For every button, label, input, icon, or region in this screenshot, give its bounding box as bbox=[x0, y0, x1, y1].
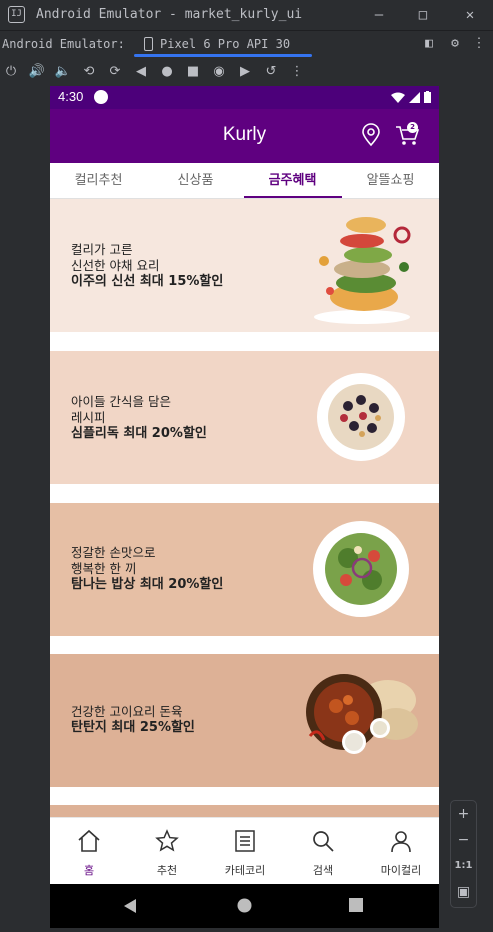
zoom-out-button[interactable]: − bbox=[451, 827, 476, 853]
more-icon[interactable]: ⋮ bbox=[288, 63, 306, 81]
volume-up-icon[interactable]: 🔊 bbox=[28, 63, 46, 81]
home-button-icon[interactable]: ● bbox=[158, 63, 176, 81]
banner-headline: 심플리독 최대 20%할인 bbox=[71, 426, 207, 441]
system-navigation-bar bbox=[50, 884, 439, 928]
banner-line: 정갈한 손맛으로 bbox=[71, 545, 156, 560]
status-icons bbox=[391, 91, 431, 103]
tab-new[interactable]: 신상품 bbox=[147, 163, 244, 199]
star-icon bbox=[155, 829, 179, 852]
power-icon[interactable]: ⏻ bbox=[2, 63, 20, 81]
nav-label: 마이컬리 bbox=[380, 864, 422, 877]
banner-text: 정갈한 손맛으로 행복한 한 끼 탐나는 밥상 최대 20%할인 bbox=[71, 545, 223, 593]
emulator-toolbar: ⏻ 🔊 🔈 ⟲ ⟳ ◀ ● ■ ◉ ▶ ↺ ⋮ bbox=[0, 58, 493, 86]
banner-card[interactable] bbox=[50, 805, 439, 817]
close-button[interactable]: ✕ bbox=[459, 4, 481, 26]
device-tab[interactable]: Pixel 6 Pro API 30 bbox=[134, 31, 312, 59]
tool-window-label: Android Emulator: bbox=[2, 37, 125, 51]
notification-icon bbox=[94, 90, 108, 104]
fit-screen-icon[interactable]: ▣ bbox=[451, 879, 476, 905]
nav-item-category[interactable]: 카테코리 bbox=[206, 818, 284, 885]
phone-screen: 4:30 Kurly 2 컬리추천 신상품 금주혜택 알뜰쇼핑 컬리가 고른 신… bbox=[50, 86, 439, 928]
tab-weekly-benefit[interactable]: 금주혜택 bbox=[244, 163, 341, 199]
banner-list: 컬리가 고른 신선한 야채 요리 이주의 신선 최대 15%할인 아이들 간식을… bbox=[50, 199, 439, 817]
nav-item-recommend[interactable]: 추천 bbox=[128, 818, 206, 885]
banner-text: 건강한 고이요리 돈육 탄탄지 최대 25%할인 bbox=[71, 704, 195, 736]
cart-badge: 2 bbox=[407, 122, 418, 133]
signal-icon bbox=[409, 91, 420, 103]
bottom-navigation: 홈 추천 카테코리 검색 마이컬리 bbox=[50, 817, 439, 884]
location-pin-icon[interactable] bbox=[360, 123, 382, 147]
tab-bargain[interactable]: 알뜰쇼핑 bbox=[342, 163, 439, 199]
active-tab-indicator bbox=[244, 196, 342, 198]
banner-headline: 이주의 신선 최대 15%할인 bbox=[71, 274, 224, 289]
phone-icon bbox=[144, 37, 153, 51]
overview-icon[interactable]: ■ bbox=[184, 63, 202, 81]
banner-line: 행복한 한 끼 bbox=[71, 561, 137, 576]
app-bar: Kurly 2 bbox=[50, 109, 439, 163]
system-back-icon[interactable] bbox=[122, 898, 138, 914]
battery-icon bbox=[424, 91, 431, 103]
nav-item-home[interactable]: 홈 bbox=[50, 818, 128, 885]
nav-label: 카테코리 bbox=[224, 864, 266, 877]
berry-bowl-image bbox=[317, 373, 405, 461]
system-recents-icon[interactable] bbox=[349, 898, 363, 912]
nav-item-mykurly[interactable]: 마이컬리 bbox=[362, 818, 439, 885]
category-icon bbox=[235, 830, 255, 852]
gear-icon[interactable]: ⚙ bbox=[447, 36, 463, 52]
snapshot-icon[interactable]: ↺ bbox=[262, 63, 280, 81]
zoom-panel: + − 1:1 ▣ bbox=[450, 800, 477, 908]
maximize-button[interactable]: □ bbox=[412, 4, 434, 26]
nav-label: 추천 bbox=[156, 864, 178, 877]
zoom-reset-button[interactable]: 1:1 bbox=[451, 853, 476, 879]
nav-label: 검색 bbox=[312, 864, 334, 877]
category-tabs: 컬리추천 신상품 금주혜택 알뜰쇼핑 bbox=[50, 163, 439, 199]
window-title: Android Emulator - market_kurly_ui bbox=[36, 7, 303, 22]
active-tab-underline bbox=[134, 54, 312, 57]
rotate-right-icon[interactable]: ⟳ bbox=[106, 63, 124, 81]
banner-headline: 탄탄지 최대 25%할인 bbox=[71, 720, 195, 735]
home-icon bbox=[78, 829, 100, 852]
status-bar: 4:30 bbox=[50, 86, 439, 109]
tab-recommend[interactable]: 컬리추천 bbox=[50, 163, 147, 199]
camera-icon[interactable]: ◉ bbox=[210, 63, 228, 81]
minimize-button[interactable]: — bbox=[368, 4, 390, 26]
wifi-icon bbox=[391, 92, 405, 103]
emulator-tab-bar: Android Emulator: Pixel 6 Pro API 30 ◧ ⚙… bbox=[0, 30, 493, 58]
device-tab-label: Pixel 6 Pro API 30 bbox=[160, 37, 291, 51]
back-icon[interactable]: ◀ bbox=[132, 63, 150, 81]
zoom-in-button[interactable]: + bbox=[451, 801, 476, 827]
banner-line: 아이들 간식을 담은 bbox=[71, 394, 171, 409]
banner-line: 컬리가 고른 bbox=[71, 242, 133, 257]
banner-card[interactable]: 컬리가 고른 신선한 야채 요리 이주의 신선 최대 15%할인 bbox=[50, 199, 439, 332]
banner-line: 건강한 고이요리 돈육 bbox=[71, 704, 183, 719]
banner-text: 컬리가 고른 신선한 야채 요리 이주의 신선 최대 15%할인 bbox=[71, 242, 223, 290]
banner-card[interactable]: 건강한 고이요리 돈육 탄탄지 최대 25%할인 bbox=[50, 654, 439, 787]
banner-text: 아이들 간식을 담은 레시피 심플리독 최대 20%할인 bbox=[71, 394, 207, 442]
search-icon bbox=[313, 831, 334, 852]
banner-headline: 탐나는 밥상 최대 20%할인 bbox=[71, 577, 224, 592]
banner-line: 레시피 bbox=[71, 410, 106, 425]
record-icon[interactable]: ▶ bbox=[236, 63, 254, 81]
intellij-icon: IJ bbox=[8, 6, 25, 23]
system-home-icon[interactable] bbox=[237, 898, 252, 913]
banner-card[interactable]: 정갈한 손맛으로 행복한 한 끼 탐나는 밥상 최대 20%할인 bbox=[50, 503, 439, 636]
salad-plate-image bbox=[313, 521, 409, 617]
status-time: 4:30 bbox=[58, 89, 84, 104]
ide-title-bar: IJ Android Emulator - market_kurly_ui — … bbox=[0, 0, 493, 30]
layout-icon[interactable]: ◧ bbox=[421, 36, 437, 52]
salad-tower-image bbox=[314, 217, 411, 324]
nav-label: 홈 bbox=[83, 864, 95, 877]
rotate-left-icon[interactable]: ⟲ bbox=[80, 63, 98, 81]
curry-naan-image bbox=[306, 674, 418, 754]
banner-card[interactable]: 아이들 간식을 담은 레시피 심플리독 최대 20%할인 bbox=[50, 351, 439, 484]
person-icon bbox=[391, 831, 411, 853]
volume-down-icon[interactable]: 🔈 bbox=[54, 63, 72, 81]
nav-item-search[interactable]: 검색 bbox=[284, 818, 362, 885]
more-vertical-icon[interactable]: ⋮ bbox=[471, 36, 487, 52]
banner-line: 신선한 야채 요리 bbox=[71, 258, 160, 273]
